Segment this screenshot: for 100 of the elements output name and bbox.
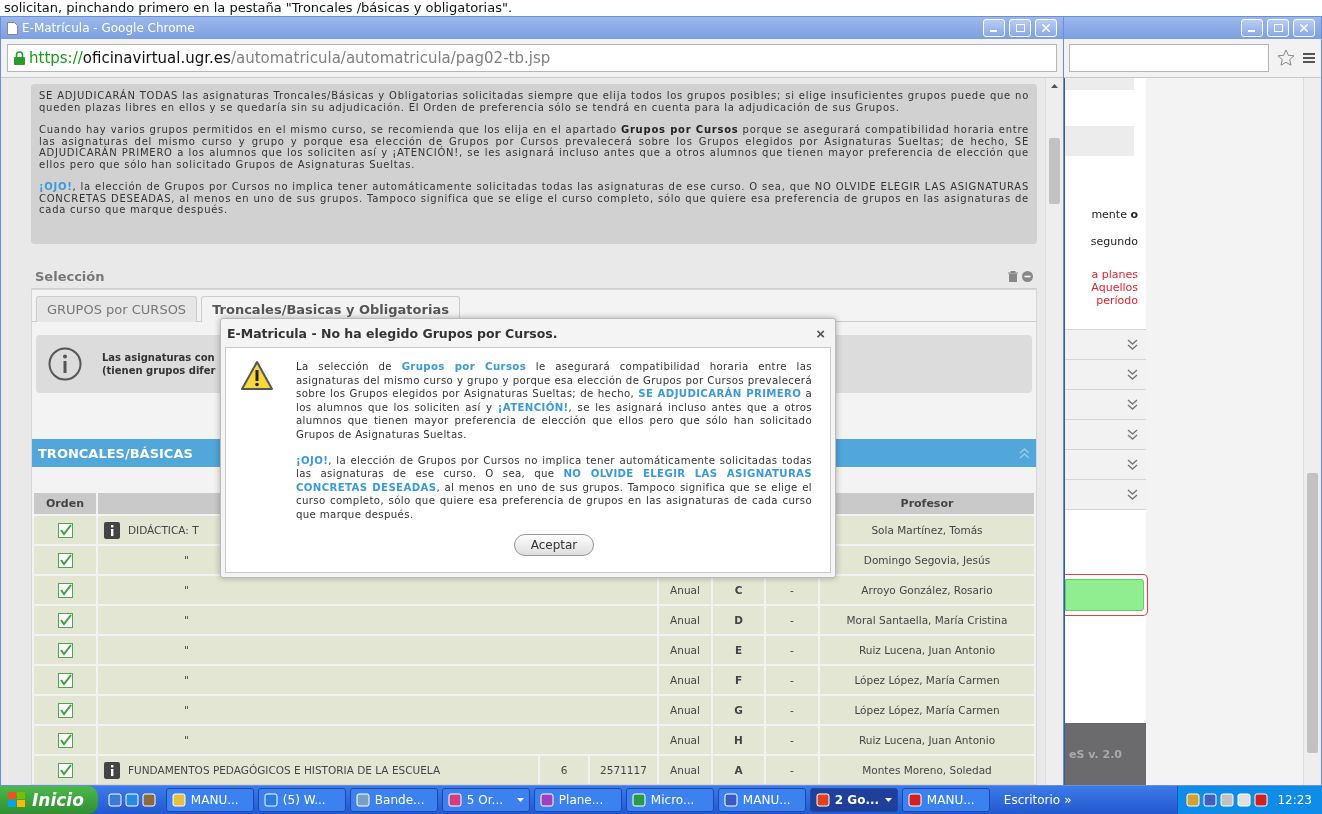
app-icon <box>1203 793 1218 807</box>
taskbar-button[interactable]: 5 Or... <box>441 788 530 812</box>
url-text: https://oficinavirtual.ugr.es/automatricula/automatricula/pag02-tb.jsp <box>29 49 551 67</box>
address-field[interactable]: https://oficinavirtual.ugr.es/automatricula/automatricula/pag02-tb.jsp <box>7 44 1057 72</box>
table-cell: " <box>98 576 657 604</box>
maximize-button[interactable] <box>1009 19 1031 37</box>
table-cell: " <box>98 606 657 634</box>
table-cell: 6 <box>540 756 588 784</box>
checkbox[interactable] <box>57 552 73 568</box>
info-icon[interactable] <box>104 761 120 779</box>
page-icon <box>7 21 18 35</box>
checkbox[interactable] <box>57 762 73 778</box>
close-button[interactable] <box>1035 19 1057 37</box>
table-cell: Moral Santaella, María Cristina <box>820 606 1034 634</box>
note-text: segundo <box>1090 235 1139 248</box>
info-icon[interactable] <box>104 521 120 539</box>
close-icon <box>1300 24 1308 32</box>
app-icon <box>107 793 122 807</box>
note-text: período <box>1096 294 1139 307</box>
minimize-button[interactable] <box>1241 19 1263 37</box>
expand-icon[interactable] <box>1127 489 1138 500</box>
scrollbar-thumb[interactable] <box>1049 138 1060 204</box>
table-cell: - <box>766 576 818 604</box>
maximize-button[interactable] <box>1267 19 1289 37</box>
caption-text: solicitan, pinchando primero en la pestaña "Troncales /básicas y obligatorias". <box>4 0 513 16</box>
table-cell: - <box>766 726 818 754</box>
dialog-title: E-Matricula - No ha elegido Grupos por Cursos. <box>227 325 558 341</box>
taskbar-button[interactable]: MANU... <box>165 788 254 812</box>
taskbar-button[interactable]: 2 Go... <box>809 788 898 812</box>
info-paragraph: ¡OJO!, la elección de Grupos por Cursos no implica tener automáticamente solicitadas todas las asignaturas de ese curso. O sea, que NO OLVIDE ELEGIR LAS ASIGNATURAS CONCRETAS DESEADAS, al menos en uno de sus grupos. Tampoco significa que se elige el curso completo, sólo que quiere esa preferencia de grupos en las asignaturas de cada curso que marque después. <box>39 181 1029 216</box>
app-icon <box>631 793 646 807</box>
table-cell: - <box>766 696 818 724</box>
app-icon <box>1237 793 1252 807</box>
checkbox[interactable] <box>57 642 73 658</box>
note-text: Aquellos <box>1091 281 1139 294</box>
table-cell: López López, María Carmen <box>820 696 1034 724</box>
checkbox[interactable] <box>57 672 73 688</box>
table-cell: López López, María Carmen <box>820 666 1034 694</box>
table-cell: Anual <box>659 756 711 784</box>
table-cell: " <box>98 666 657 694</box>
expand-icon[interactable] <box>1127 339 1138 350</box>
table-cell: - <box>766 636 818 664</box>
checkbox[interactable] <box>57 582 73 598</box>
taskbar-button[interactable]: Micro... <box>625 788 714 812</box>
menu-icon[interactable] <box>1303 52 1315 64</box>
notice-text: Las asignaturas con <box>102 351 216 364</box>
expand-icon[interactable] <box>1127 369 1138 380</box>
lock-icon <box>14 51 25 65</box>
table-cell: Anual <box>659 606 711 634</box>
app-icon <box>171 793 186 807</box>
table-cell: Arroyo González, Rosario <box>820 576 1034 604</box>
notice-text: (tienen grupos difer <box>102 364 216 377</box>
close-button[interactable] <box>1293 19 1315 37</box>
star-icon[interactable] <box>1277 49 1295 67</box>
caret-icon <box>516 798 524 802</box>
checkbox[interactable] <box>57 612 73 628</box>
app-icon <box>815 793 830 807</box>
checkbox[interactable] <box>57 522 73 538</box>
more-chevron[interactable]: » <box>1064 793 1072 807</box>
scroll-up-icon[interactable] <box>1051 84 1058 88</box>
table-cell: FUNDAMENTOS PEDAGÓGICOS E HISTORIA DE LA ESCUELA <box>98 756 538 784</box>
accept-button[interactable]: Aceptar <box>513 533 595 556</box>
taskbar-button[interactable]: MANU... <box>717 788 806 812</box>
checkbox[interactable] <box>57 702 73 718</box>
table-cell: G <box>713 696 764 724</box>
toolbar-label[interactable]: Escritorio <box>1003 793 1061 807</box>
tab[interactable]: GRUPOS por CURSOS <box>36 296 198 322</box>
minus-icon[interactable] <box>1022 270 1033 282</box>
address-field[interactable] <box>1069 44 1269 72</box>
app-icon <box>355 793 370 807</box>
window-title: E-Matrícula - Google Chrome <box>22 21 196 35</box>
app-icon <box>141 793 156 807</box>
taskbar-button[interactable]: MANU... <box>901 788 990 812</box>
table-cell: Ruiz Lucena, Juan Antonio <box>820 636 1034 664</box>
expand-icon[interactable] <box>1127 459 1138 470</box>
info-icon <box>48 347 82 381</box>
table-cell: A <box>713 756 764 784</box>
taskbar-button[interactable]: (5) W... <box>257 788 346 812</box>
scrollbar-thumb[interactable] <box>1307 473 1318 753</box>
windows-logo <box>8 792 26 808</box>
table-cell: E <box>713 636 764 664</box>
taskbar-button[interactable]: Bande... <box>349 788 438 812</box>
trash-icon[interactable] <box>1008 270 1018 282</box>
maximize-icon <box>1015 24 1025 32</box>
app-icon <box>447 793 462 807</box>
scrollbar[interactable] <box>1045 78 1063 785</box>
expand-icon[interactable] <box>1127 399 1138 410</box>
table-cell: Anual <box>659 666 711 694</box>
close-button[interactable]: × <box>812 324 829 342</box>
expand-icon[interactable] <box>1127 429 1138 440</box>
maximize-icon <box>1273 24 1283 32</box>
taskbar-button[interactable]: Plane... <box>533 788 622 812</box>
table-cell: H <box>713 726 764 754</box>
warning-icon <box>240 360 274 392</box>
minimize-button[interactable] <box>983 19 1005 37</box>
scrollbar[interactable] <box>1303 78 1321 785</box>
collapse-icon[interactable] <box>1019 447 1030 459</box>
dialog-paragraph: La selección de Grupos por Cursos le asegurará compatibilidad horaria entre las asignaturas del mismo curso y grupo y porque esa elección de Grupos por Cursos prevalecerá sobre los Grupos elegidos por Asignaturas Sueltas; de hecho, SE ADJUDICARÁN PRIMERO a los alumnos que los soliciten así y ¡ATENCIÓN!, se les asignará incluso antes que a otros alumnos que tienen mayor preferencia de elección que ellos pero que sólo han solicitado Grupos de Asignaturas Sueltas. <box>296 360 812 442</box>
start-button[interactable]: Inicio <box>0 786 98 814</box>
checkbox[interactable] <box>57 732 73 748</box>
